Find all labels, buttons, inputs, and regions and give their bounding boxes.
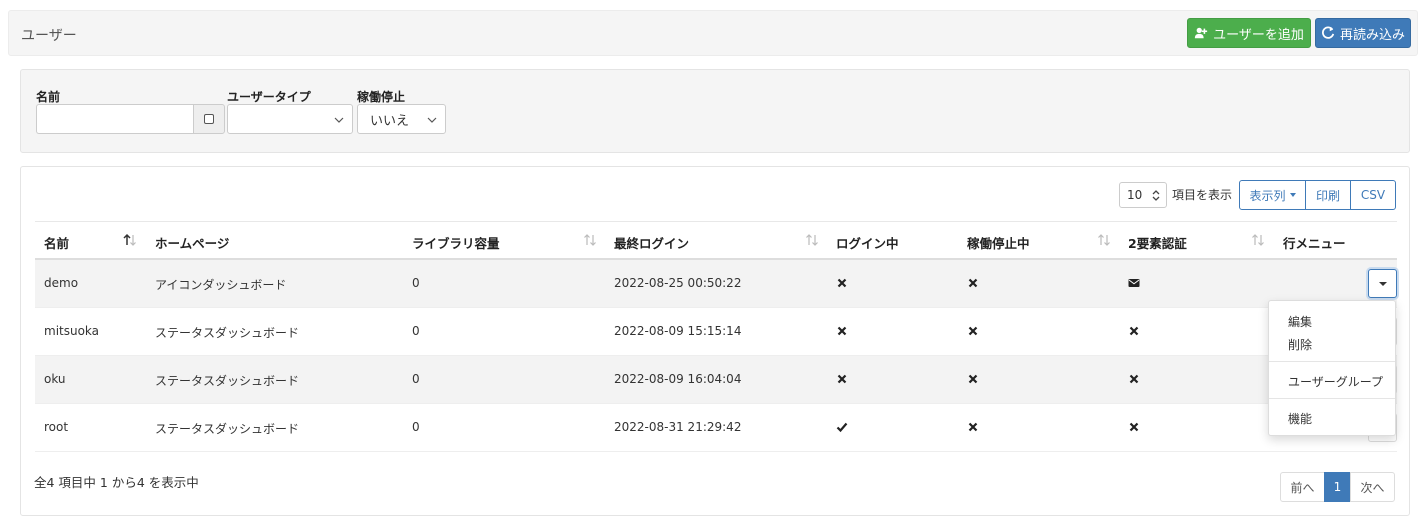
col-stopped[interactable]: 稼働停止中 <box>967 233 1030 252</box>
cell-library: 0 <box>412 324 420 338</box>
cell-name: demo <box>44 276 79 290</box>
checkbox-icon[interactable] <box>204 114 214 124</box>
col-name[interactable]: 名前 <box>44 233 69 252</box>
table-row[interactable]: root ステータスダッシュボード 0 2022-08-31 21:29:42 <box>35 404 1397 452</box>
chevron-down-icon <box>334 117 344 123</box>
page-size-value: 10 <box>1127 188 1143 202</box>
cross-icon <box>837 278 847 288</box>
cell-name: mitsuoka <box>44 324 100 338</box>
page-size-label: 項目を表示 <box>1172 188 1233 202</box>
cell-library: 0 <box>412 276 420 290</box>
pagination-prev[interactable]: 前へ <box>1280 472 1325 502</box>
menu-item-edit[interactable]: 編集 <box>1288 313 1312 330</box>
menu-item-delete[interactable]: 削除 <box>1288 336 1312 353</box>
user-type-filter-label: ユーザータイプ <box>227 90 311 104</box>
updown-icon <box>1152 190 1160 201</box>
reload-button[interactable]: 再読み込み <box>1315 18 1411 48</box>
cross-icon <box>1129 374 1139 384</box>
col-2fa[interactable]: 2要素認証 <box>1128 233 1187 252</box>
cross-icon <box>837 326 847 336</box>
cross-icon <box>1129 422 1139 432</box>
stopped-select[interactable]: いいえ <box>357 104 446 134</box>
columns-label: 表示列 <box>1249 188 1286 203</box>
sort-asc-icon[interactable] <box>123 233 137 247</box>
columns-button[interactable]: 表示列 <box>1239 180 1306 210</box>
cell-name: root <box>44 420 69 434</box>
page-size-select[interactable]: 10 <box>1119 182 1167 208</box>
cell-last-login: 2022-08-09 16:04:04 <box>614 372 742 386</box>
name-filter-toggle[interactable] <box>193 104 225 134</box>
users-table: 名前 ホームページ ライブラリ容量 最終ログイン ログイン中 稼働停止中 2要素… <box>35 221 1397 452</box>
add-user-label: ユーザーを追加 <box>1213 27 1304 43</box>
row-menu-dropdown: 編集 削除 ユーザーグループ 機能 <box>1268 300 1396 436</box>
filter-panel: 名前 ユーザータイプ 稼働停止 いいえ <box>20 69 1410 153</box>
print-button[interactable]: 印刷 <box>1305 180 1351 210</box>
menu-divider <box>1269 398 1395 399</box>
name-filter-input[interactable] <box>36 104 194 134</box>
caret-down-icon <box>1378 281 1387 286</box>
name-filter-label: 名前 <box>36 90 61 104</box>
table-row[interactable]: demo アイコンダッシュボード 0 2022-08-25 00:50:22 <box>35 260 1397 308</box>
cell-last-login: 2022-08-25 00:50:22 <box>614 276 742 290</box>
stopped-filter-label: 稼働停止 <box>357 90 406 104</box>
cell-last-login: 2022-08-31 21:29:42 <box>614 420 742 434</box>
cross-icon <box>968 422 978 432</box>
cell-library: 0 <box>412 372 420 386</box>
cell-homepage: アイコンダッシュボード <box>155 278 287 292</box>
col-logged-in[interactable]: ログイン中 <box>836 233 899 252</box>
caret-down-icon <box>1289 193 1296 197</box>
user-type-select[interactable] <box>227 104 353 134</box>
cell-library: 0 <box>412 420 420 434</box>
sort-icon[interactable] <box>1097 233 1111 247</box>
cross-icon <box>968 326 978 336</box>
chevron-down-icon <box>427 117 437 123</box>
refresh-icon <box>1322 26 1335 39</box>
row-menu-button[interactable] <box>1368 269 1397 298</box>
cell-homepage: ステータスダッシュボード <box>155 326 300 340</box>
csv-button[interactable]: CSV <box>1350 180 1396 210</box>
cross-icon <box>968 278 978 288</box>
cross-icon <box>968 374 978 384</box>
pagination-page-1[interactable]: 1 <box>1324 472 1351 502</box>
table-row[interactable]: oku ステータスダッシュボード 0 2022-08-09 16:04:04 <box>35 356 1397 404</box>
col-last-login[interactable]: 最終ログイン <box>614 233 689 252</box>
cell-name: oku <box>44 372 66 386</box>
col-homepage[interactable]: ホームページ <box>155 233 229 252</box>
cross-icon <box>1129 326 1139 336</box>
sort-icon[interactable] <box>583 233 597 247</box>
envelope-icon <box>1128 279 1140 287</box>
reload-label: 再読み込み <box>1339 27 1405 43</box>
col-library[interactable]: ライブラリ容量 <box>412 233 500 252</box>
table-summary: 全4 項目中 1 から4 を表示中 <box>34 475 199 490</box>
col-row-menu: 行メニュー <box>1283 236 1346 251</box>
add-user-button[interactable]: ユーザーを追加 <box>1187 18 1311 48</box>
menu-divider <box>1269 361 1395 362</box>
cell-last-login: 2022-08-09 15:15:14 <box>614 324 742 338</box>
sort-icon[interactable] <box>805 233 819 247</box>
stopped-value: いいえ <box>370 113 410 129</box>
cell-homepage: ステータスダッシュボード <box>155 422 300 436</box>
check-icon <box>836 422 848 433</box>
menu-item-user-group[interactable]: ユーザーグループ <box>1288 373 1383 390</box>
cross-icon <box>837 374 847 384</box>
pagination-next[interactable]: 次へ <box>1350 472 1395 502</box>
cell-homepage: ステータスダッシュボード <box>155 374 300 388</box>
table-row[interactable]: mitsuoka ステータスダッシュボード 0 2022-08-09 15:15… <box>35 308 1397 356</box>
menu-item-features[interactable]: 機能 <box>1288 410 1312 427</box>
user-plus-icon <box>1195 27 1208 39</box>
table-header: 名前 ホームページ ライブラリ容量 最終ログイン ログイン中 稼働停止中 2要素… <box>35 221 1397 260</box>
table-panel: 10 項目を表示 表示列 印刷 CSV 名前 ホームページ ライブラリ容量 最終… <box>20 166 1410 516</box>
page-header: ユーザー ユーザーを追加 再読み込み <box>8 10 1418 56</box>
sort-icon[interactable] <box>1251 233 1265 247</box>
page-title: ユーザー <box>21 28 77 44</box>
